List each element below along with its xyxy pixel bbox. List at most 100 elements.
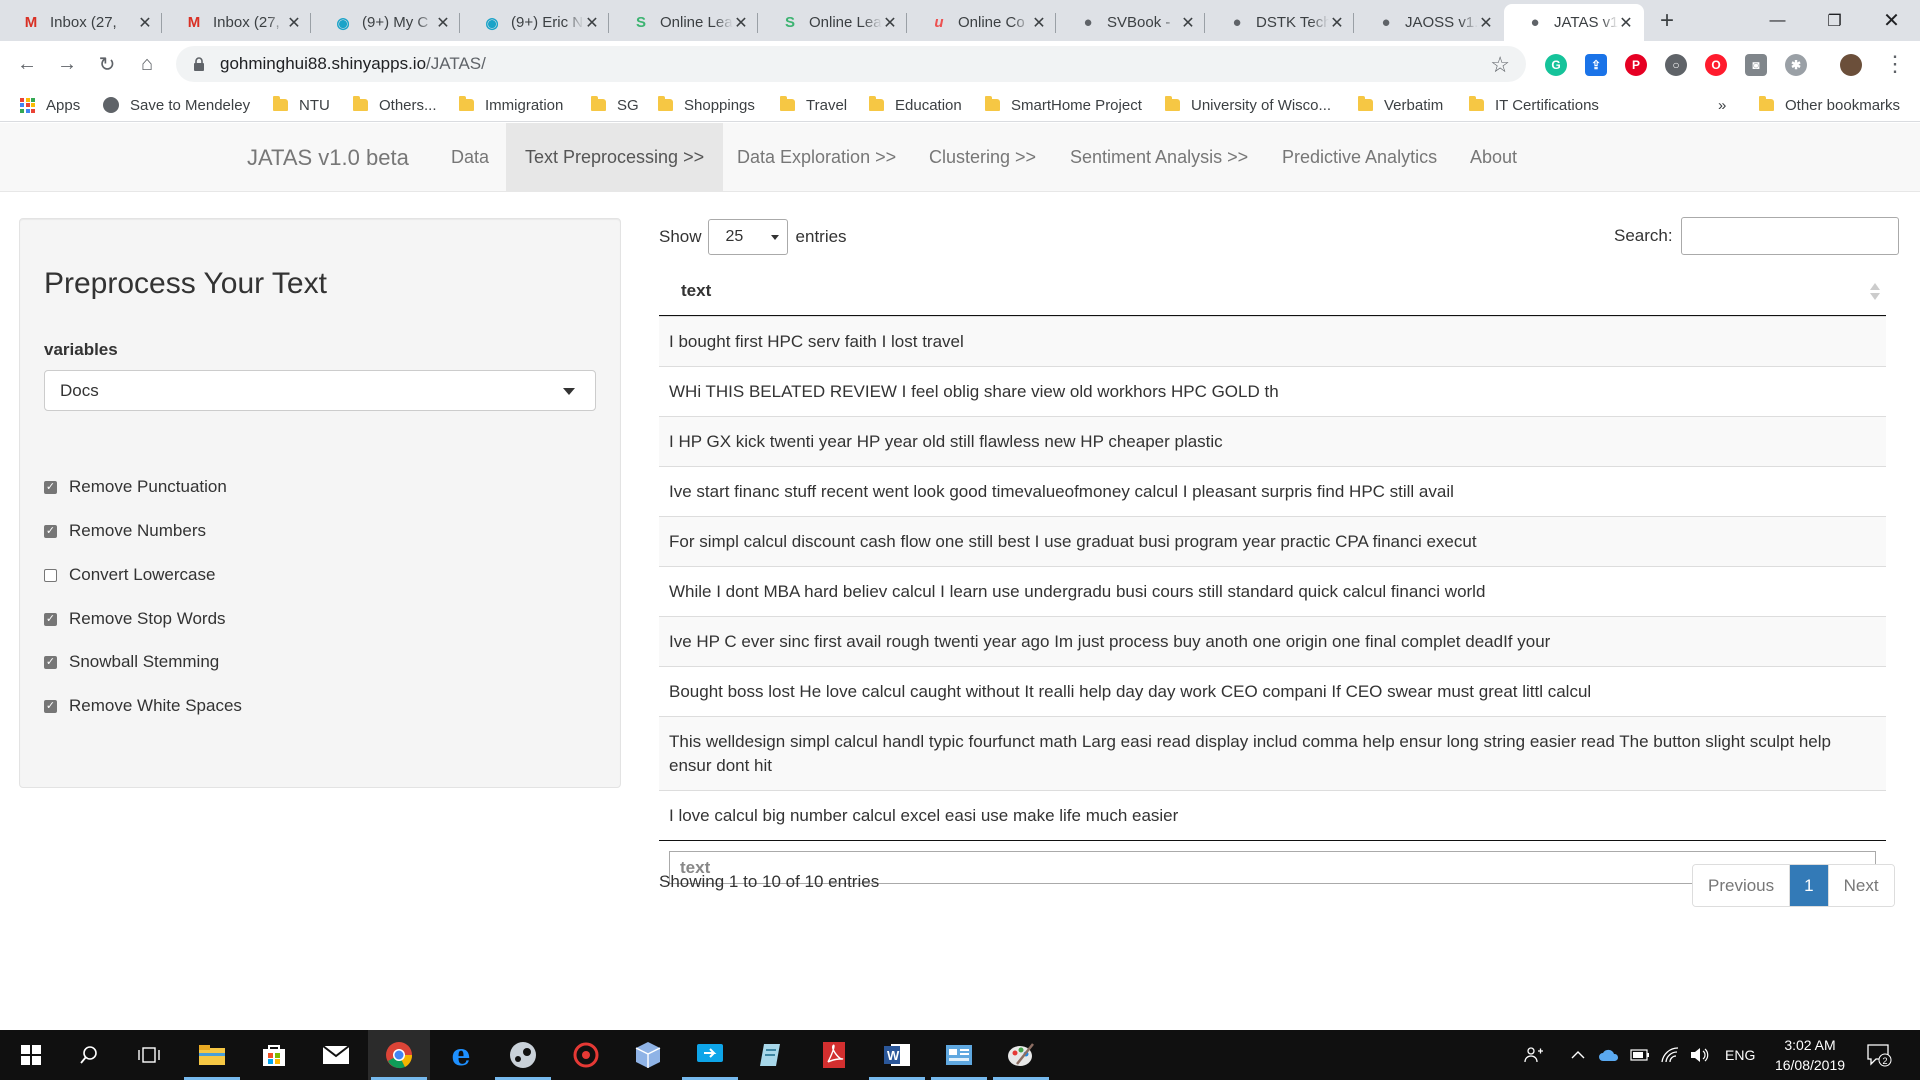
menu-icon[interactable]: ⋮ xyxy=(1880,49,1910,79)
page-1-button[interactable]: 1 xyxy=(1789,865,1828,906)
browser-tab[interactable]: ● SVBook - ✕ xyxy=(1057,4,1206,41)
option-snowball-stemming[interactable]: ✓ Snowball Stemming xyxy=(44,650,219,674)
browser-tab-active[interactable]: ● JATAS v1.0 ✕ xyxy=(1504,4,1644,41)
browser-tab[interactable]: ◉ (9+) My C ✕ xyxy=(312,4,461,41)
task-view-icon[interactable] xyxy=(118,1030,180,1080)
checkbox-checked[interactable]: ✓ xyxy=(44,524,57,538)
app-red-icon[interactable] xyxy=(555,1030,617,1080)
browser-tab[interactable]: M Inbox (27, ✕ xyxy=(0,4,163,41)
people-icon[interactable] xyxy=(1524,1030,1544,1080)
battery-icon[interactable] xyxy=(1630,1030,1650,1080)
reload-icon[interactable]: ↻ xyxy=(92,49,122,79)
browser-tab[interactable]: ● JAOSS v1. ✕ xyxy=(1355,4,1504,41)
window-close-icon[interactable]: ✕ xyxy=(1863,0,1920,41)
app-brand[interactable]: JATAS v1.0 beta xyxy=(247,145,409,171)
bookmark-folder[interactable]: Verbatim xyxy=(1358,94,1443,116)
opera-icon[interactable]: O xyxy=(1705,54,1727,76)
table-row[interactable]: This welldesign simpl calcul handl typic… xyxy=(659,716,1886,790)
virtualbox-icon[interactable] xyxy=(617,1030,679,1080)
grammarly-icon[interactable]: G xyxy=(1545,54,1567,76)
checkbox-checked[interactable]: ✓ xyxy=(44,612,57,626)
bookmark-folder[interactable]: Travel xyxy=(780,94,847,116)
table-row[interactable]: I love calcul big number calcul excel ea… xyxy=(659,790,1886,840)
bookmark-folder[interactable]: IT Certifications xyxy=(1469,94,1599,116)
search-input[interactable] xyxy=(1680,217,1899,255)
nav-data[interactable]: Data xyxy=(432,123,508,191)
nav-data-exploration[interactable]: Data Exploration >> xyxy=(718,123,915,191)
volume-icon[interactable] xyxy=(1690,1030,1710,1080)
table-row[interactable]: For simpl calcul discount cash flow one … xyxy=(659,516,1886,566)
nav-about[interactable]: About xyxy=(1451,123,1536,191)
browser-tab[interactable]: M Inbox (27, ✕ xyxy=(163,4,312,41)
store-icon[interactable] xyxy=(243,1030,305,1080)
nav-text-preprocessing[interactable]: Text Preprocessing >> xyxy=(506,123,724,191)
close-icon[interactable]: ✕ xyxy=(435,13,451,33)
checkbox-checked[interactable]: ✓ xyxy=(44,699,57,713)
table-row[interactable]: Bought boss lost He love calcul caught w… xyxy=(659,666,1886,716)
close-icon[interactable]: ✕ xyxy=(1618,13,1634,33)
column-header-text[interactable]: text xyxy=(659,266,1886,316)
option-remove-punctuation[interactable]: ✓ Remove Punctuation xyxy=(44,475,227,499)
option-remove-numbers[interactable]: ✓ Remove Numbers xyxy=(44,519,206,543)
browser-tab[interactable]: ● DSTK Tech ✕ xyxy=(1206,4,1355,41)
chrome-icon[interactable] xyxy=(368,1030,430,1080)
page-length-select[interactable]: 25 xyxy=(707,219,788,255)
language-indicator[interactable]: ENG xyxy=(1725,1030,1755,1080)
option-remove-white-spaces[interactable]: ✓ Remove White Spaces xyxy=(44,694,242,718)
nav-predictive-analytics[interactable]: Predictive Analytics xyxy=(1263,123,1456,191)
table-row[interactable]: Ive start financ stuff recent went look … xyxy=(659,466,1886,516)
notification-center-icon[interactable]: 2 xyxy=(1866,1030,1892,1080)
bookmark-folder[interactable]: Shoppings xyxy=(658,94,755,116)
bookmark-folder[interactable]: Others... xyxy=(353,94,437,116)
table-row[interactable]: Ive HP C ever sinc first avail rough twe… xyxy=(659,616,1886,666)
home-icon[interactable]: ⌂ xyxy=(132,49,162,79)
onedrive-icon[interactable] xyxy=(1598,1030,1620,1080)
pinterest-icon[interactable]: P xyxy=(1625,54,1647,76)
browser-tab[interactable]: S Online Lea ✕ xyxy=(610,4,759,41)
close-icon[interactable]: ✕ xyxy=(584,13,600,33)
checkbox-unchecked[interactable] xyxy=(44,568,57,582)
new-tab-button[interactable]: + xyxy=(1653,8,1681,36)
close-icon[interactable]: ✕ xyxy=(882,13,898,33)
table-row[interactable]: I bought first HPC serv faith I lost tra… xyxy=(659,316,1886,366)
steam-icon[interactable] xyxy=(492,1030,554,1080)
word-icon[interactable]: W xyxy=(866,1030,928,1080)
gear-icon[interactable]: ✱ xyxy=(1785,54,1807,76)
address-bar[interactable]: gohminghui88.shinyapps.io/JATAS/ ☆ xyxy=(176,46,1526,82)
close-icon[interactable]: ✕ xyxy=(733,13,749,33)
nav-clustering[interactable]: Clustering >> xyxy=(910,123,1055,191)
minimize-icon[interactable]: — xyxy=(1749,0,1806,41)
search-icon[interactable] xyxy=(58,1030,120,1080)
sort-icon[interactable] xyxy=(1870,283,1880,301)
close-icon[interactable]: ✕ xyxy=(1031,13,1047,33)
bookmark-folder[interactable]: Immigration xyxy=(459,94,563,116)
forward-icon[interactable]: → xyxy=(52,49,82,79)
notepad-icon[interactable] xyxy=(741,1030,803,1080)
camera-icon[interactable]: ◙ xyxy=(1745,54,1767,76)
acrobat-icon[interactable] xyxy=(803,1030,865,1080)
table-row[interactable]: I HP GX kick twenti year HP year old sti… xyxy=(659,416,1886,466)
table-row[interactable]: WHi THIS BELATED REVIEW I feel oblig sha… xyxy=(659,366,1886,416)
checkbox-checked[interactable]: ✓ xyxy=(44,655,57,669)
extension-circle-icon[interactable]: ○ xyxy=(1665,54,1687,76)
other-bookmarks[interactable]: Other bookmarks xyxy=(1759,94,1900,116)
previous-button[interactable]: Previous xyxy=(1693,865,1790,906)
screen-share-icon[interactable]: ⇪ xyxy=(1585,54,1607,76)
bookmark-folder[interactable]: SG xyxy=(591,94,639,116)
nav-sentiment-analysis[interactable]: Sentiment Analysis >> xyxy=(1051,123,1267,191)
variables-select[interactable]: Docs xyxy=(44,370,596,411)
paint-icon[interactable] xyxy=(990,1030,1052,1080)
bookmarks-overflow-button[interactable]: » xyxy=(1718,94,1726,116)
close-icon[interactable]: ✕ xyxy=(1329,13,1345,33)
browser-tab[interactable]: S Online Lea ✕ xyxy=(759,4,908,41)
next-button[interactable]: Next xyxy=(1827,865,1894,906)
option-remove-stop-words[interactable]: ✓ Remove Stop Words xyxy=(44,607,226,631)
bookmark-apps[interactable]: Apps xyxy=(20,94,80,116)
bookmark-folder[interactable]: Education xyxy=(869,94,962,116)
close-icon[interactable]: ✕ xyxy=(1180,13,1196,33)
browser-tab[interactable]: ◉ (9+) Eric N ✕ xyxy=(461,4,610,41)
file-explorer-icon[interactable] xyxy=(181,1030,243,1080)
close-icon[interactable]: ✕ xyxy=(286,13,302,33)
close-icon[interactable]: ✕ xyxy=(1478,13,1494,33)
bookmark-folder[interactable]: SmartHome Project xyxy=(985,94,1142,116)
